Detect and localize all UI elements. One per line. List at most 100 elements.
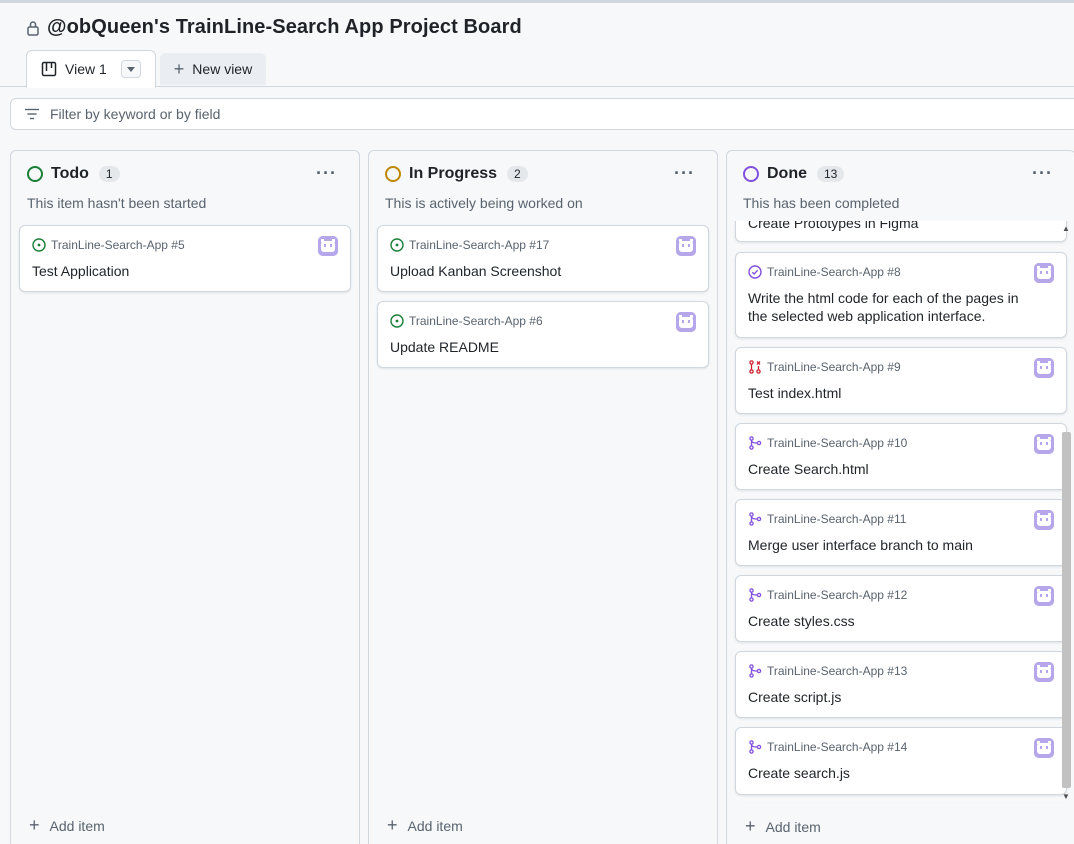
avatar[interactable]: [1034, 662, 1054, 682]
card-title[interactable]: Create search.js: [748, 764, 1038, 782]
in-progress-status-icon: [385, 166, 401, 182]
avatar[interactable]: [318, 236, 338, 256]
card-meta: TrainLine-Search-App #6: [390, 314, 543, 328]
card[interactable]: TrainLine-Search-App #6 Update README: [377, 301, 709, 368]
view-options-button[interactable]: [120, 60, 141, 78]
card[interactable]: Create Prototypes in Figma: [735, 221, 1067, 242]
avatar[interactable]: [1034, 738, 1054, 758]
merged-pr-icon: [749, 436, 762, 450]
card-title[interactable]: Create script.js: [748, 688, 1038, 706]
avatar[interactable]: [1034, 263, 1054, 283]
avatar-icon: [1034, 586, 1054, 606]
open-issue-icon: [32, 238, 46, 252]
column-name: Done: [767, 165, 807, 182]
card[interactable]: TrainLine-Search-App #10 Create Search.h…: [735, 423, 1067, 490]
card[interactable]: TrainLine-Search-App #14 Create search.j…: [735, 727, 1067, 795]
plus-icon: +: [173, 58, 185, 79]
view-tabs: View 1 + New view: [26, 50, 267, 88]
card-title[interactable]: Upload Kanban Screenshot: [390, 262, 680, 280]
card-title[interactable]: Test index.html: [748, 384, 1038, 402]
avatar-icon: [1034, 738, 1054, 758]
avatar[interactable]: [1034, 358, 1054, 378]
card-title[interactable]: Write the html code for each of the page…: [748, 289, 1038, 325]
merged-pr-icon: [749, 664, 762, 678]
column-count: 2: [507, 166, 528, 182]
column-menu-button[interactable]: ···: [316, 163, 337, 184]
open-issue-icon: [390, 238, 404, 252]
tab-label: New view: [192, 61, 253, 77]
avatar-icon: [1034, 434, 1054, 454]
card[interactable]: TrainLine-Search-App #17 Upload Kanban S…: [377, 225, 709, 292]
add-item-button[interactable]: + Add item: [387, 815, 463, 836]
avatar-icon: [1034, 510, 1054, 530]
column-count: 1: [98, 166, 120, 182]
avatar[interactable]: [1034, 434, 1054, 454]
add-item-button[interactable]: + Add item: [29, 815, 105, 836]
scrollbar-thumb[interactable]: [1062, 432, 1071, 788]
avatar[interactable]: [676, 312, 696, 332]
card[interactable]: TrainLine-Search-App #12 Create styles.c…: [735, 575, 1067, 642]
card-repo: TrainLine-Search-App #9: [767, 360, 901, 374]
avatar-icon: [676, 312, 696, 332]
card-repo: TrainLine-Search-App #5: [51, 238, 185, 252]
avatar[interactable]: [1034, 586, 1054, 606]
avatar-icon: [676, 236, 696, 256]
tab-view-1[interactable]: View 1: [26, 50, 156, 88]
closed-pr-icon: [749, 360, 761, 374]
scroll-down-arrow[interactable]: ▼: [1062, 792, 1070, 801]
card[interactable]: TrainLine-Search-App #8 Write the html c…: [735, 252, 1067, 338]
card-title[interactable]: Merge user interface branch to main: [748, 536, 1038, 554]
card[interactable]: TrainLine-Search-App #5 Test Application: [19, 225, 351, 292]
filter-input[interactable]: Filter by keyword or by field: [10, 98, 1074, 130]
filter-icon: [25, 108, 39, 120]
card-repo: TrainLine-Search-App #11: [767, 512, 907, 526]
card-title[interactable]: Create Prototypes in Figma: [748, 221, 1038, 232]
card-repo: TrainLine-Search-App #17: [409, 238, 550, 252]
card-meta: TrainLine-Search-App #10: [748, 436, 907, 450]
merged-pr-icon: [749, 512, 762, 526]
avatar[interactable]: [1034, 510, 1054, 530]
avatar-icon: [1034, 662, 1054, 682]
card[interactable]: TrainLine-Search-App #9 Test index.html: [735, 347, 1067, 414]
add-item-label: Add item: [407, 817, 463, 834]
card-repo: TrainLine-Search-App #14: [767, 740, 908, 754]
card-meta: TrainLine-Search-App #5: [32, 238, 185, 252]
column-done: Done 13 ··· This has been completed Crea…: [726, 150, 1074, 844]
project-header: @obQueen's TrainLine-Search App Project …: [0, 3, 1074, 88]
card-meta: TrainLine-Search-App #13: [748, 664, 907, 678]
column-header: Done 13: [743, 165, 845, 183]
new-view-button[interactable]: + New view: [159, 53, 267, 85]
column-menu-button[interactable]: ···: [674, 163, 695, 184]
avatar-icon: [318, 236, 338, 256]
column-header: In Progress 2: [385, 165, 528, 183]
card-title[interactable]: Create styles.css: [748, 612, 1038, 630]
card-title[interactable]: Create Search.html: [748, 460, 1038, 478]
open-issue-icon: [390, 314, 404, 328]
card-title[interactable]: Update README: [390, 338, 680, 356]
card[interactable]: TrainLine-Search-App #13 Create script.j…: [735, 651, 1067, 718]
add-item-button[interactable]: + Add item: [745, 816, 821, 837]
merged-pr-icon: [749, 588, 762, 602]
column-todo: Todo 1 ··· This item hasn't been started…: [10, 150, 360, 844]
card-meta: TrainLine-Search-App #12: [748, 588, 907, 602]
card[interactable]: TrainLine-Search-App #11 Merge user inte…: [735, 499, 1067, 566]
avatar[interactable]: [676, 236, 696, 256]
add-item-label: Add item: [765, 818, 821, 835]
column-description: This has been completed: [743, 195, 900, 211]
card-repo: TrainLine-Search-App #8: [767, 265, 901, 279]
todo-status-icon: [27, 166, 43, 182]
card-meta: TrainLine-Search-App #9: [748, 360, 901, 374]
column-menu-button[interactable]: ···: [1032, 163, 1053, 184]
tab-label: View 1: [65, 61, 107, 77]
card-repo: TrainLine-Search-App #12: [767, 588, 908, 602]
card-title[interactable]: Test Application: [32, 262, 322, 280]
board-icon: [41, 61, 57, 77]
completed-issue-icon: [748, 265, 762, 279]
avatar-icon: [1034, 358, 1054, 378]
filter-placeholder: Filter by keyword or by field: [50, 106, 221, 122]
card-repo: TrainLine-Search-App #13: [767, 664, 908, 678]
column-name: Todo: [51, 165, 89, 182]
scroll-up-arrow[interactable]: ▲: [1062, 224, 1070, 233]
column-header: Todo 1: [27, 165, 120, 183]
done-card-list[interactable]: Create Prototypes in Figma TrainLine-Sea…: [727, 221, 1074, 803]
